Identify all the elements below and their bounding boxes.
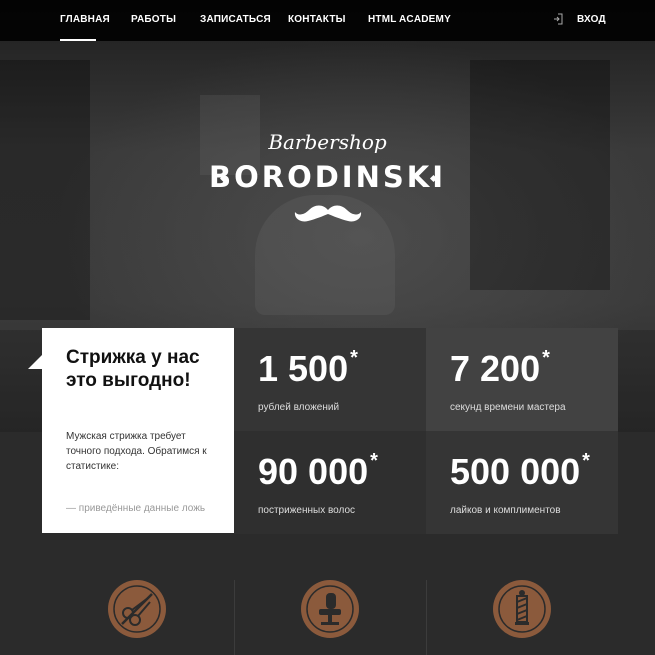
card-notch — [28, 355, 42, 369]
stat-value: 500 000 * — [450, 450, 590, 492]
logo-main-text: BORODINSKI — [208, 160, 447, 194]
stat-asterisk: * — [542, 347, 550, 369]
logo-script-text: Barbershop — [268, 130, 387, 154]
stat-asterisk: * — [370, 450, 378, 472]
nav-item-html-academy[interactable]: HTML ACADEMY — [368, 14, 451, 25]
stat-asterisk: * — [350, 347, 358, 369]
nav-item-works[interactable]: РАБОТЫ — [131, 14, 176, 25]
barber-chair-icon[interactable] — [301, 580, 359, 638]
top-navigation: ГЛАВНАЯ РАБОТЫ ЗАПИСАТЬСЯ КОНТАКТЫ HTML … — [0, 0, 655, 41]
nav-item-signup[interactable]: ЗАПИСАТЬСЯ — [200, 14, 271, 25]
mustache-icon — [294, 205, 362, 222]
stat-label: лайков и комплиментов — [450, 505, 561, 516]
barber-pole-icon[interactable] — [493, 580, 551, 638]
promo-card: Стрижка у нас это выгодно! Мужская стриж… — [42, 328, 234, 533]
promo-footnote: — приведённые данные ложь — [66, 503, 206, 514]
stat-tile: 1 500 * рублей вложений — [234, 328, 426, 431]
nav-active-underline — [60, 39, 96, 41]
login-icon[interactable] — [553, 13, 563, 25]
stat-tile: 500 000 * лайков и комплиментов — [426, 431, 618, 534]
stat-label: рублей вложений — [258, 402, 340, 413]
services-divider — [234, 580, 235, 655]
stat-value: 1 500 * — [258, 347, 358, 389]
services-divider — [426, 580, 427, 655]
promo-text: Мужская стрижка требует точного подхода.… — [66, 431, 207, 472]
stat-value: 7 200 * — [450, 347, 550, 389]
login-link[interactable]: ВХОД — [577, 14, 606, 25]
promo-title: Стрижка у нас это выгодно! — [66, 347, 200, 391]
stat-tile: 90 000 * постриженных волос — [234, 431, 426, 534]
nav-item-contacts[interactable]: КОНТАКТЫ — [288, 14, 346, 25]
stat-label: секунд времени мастера — [450, 402, 566, 413]
stat-label: постриженных волос — [258, 505, 356, 516]
stat-value: 90 000 * — [258, 450, 378, 492]
nav-item-main[interactable]: ГЛАВНАЯ — [60, 14, 110, 25]
stat-asterisk: * — [582, 450, 590, 472]
stat-tile: 7 200 * секунд времени мастера — [426, 328, 618, 431]
scissors-icon[interactable] — [108, 580, 166, 638]
